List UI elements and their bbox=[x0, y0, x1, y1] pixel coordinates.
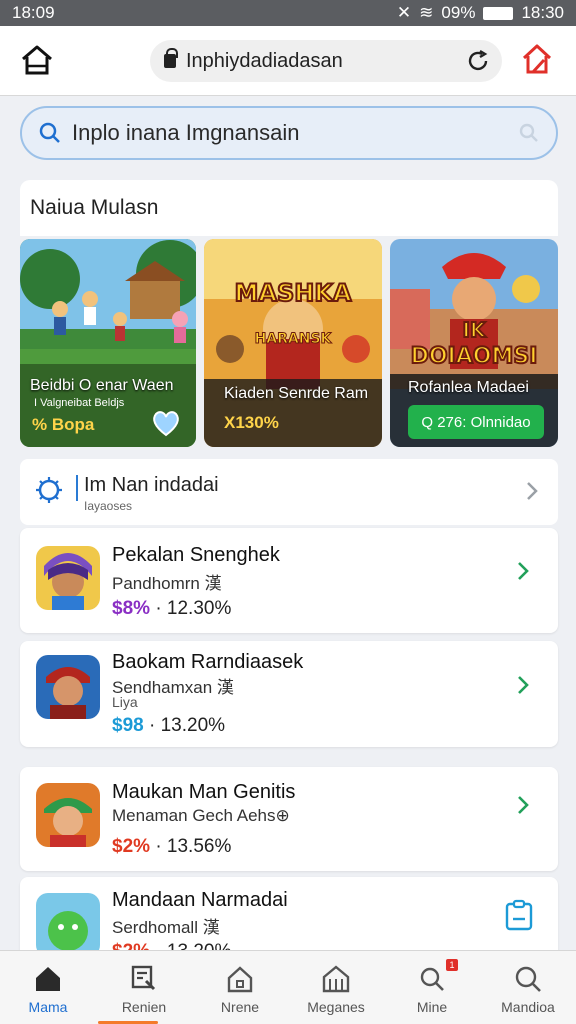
featured-banner-3[interactable]: DOIAOMSI IK Rofanlea Madaei Q 276: Olnni… bbox=[390, 239, 558, 447]
nav-item-mandioa[interactable]: Mandioa bbox=[480, 951, 576, 1024]
list-item[interactable]: Maukan Man Genitis Menaman Gech Aehs⊕ $2… bbox=[20, 767, 558, 871]
lock-icon bbox=[164, 48, 178, 68]
search-icon bbox=[39, 122, 60, 143]
search-clear-icon[interactable] bbox=[518, 122, 540, 144]
heart-shield-icon bbox=[153, 411, 179, 437]
nav-item-mine[interactable]: 1 Mine bbox=[384, 951, 480, 1024]
banner-3-logo-1: IK bbox=[463, 318, 487, 342]
item-2-pct: $98 bbox=[112, 715, 144, 736]
battery-icon bbox=[483, 6, 514, 20]
reload-icon[interactable] bbox=[466, 49, 490, 73]
banner-2-footer: X130% bbox=[224, 413, 279, 432]
item-3-value: · 13.56% bbox=[155, 836, 232, 857]
notification-badge: 1 bbox=[446, 959, 458, 971]
banner-3-caption: Rofanlea Madaei bbox=[408, 379, 529, 396]
url-text: Inphiydadiadasan bbox=[186, 49, 343, 72]
browser-toolbar: Inphiydadiadasan bbox=[0, 26, 576, 96]
nav-item-mama[interactable]: Mama bbox=[0, 951, 158, 1024]
mute-icon: ✕ bbox=[396, 3, 412, 22]
item-2-price: $98 · 13.20% bbox=[112, 715, 225, 737]
item-1-name: Pekalan Snenghek bbox=[112, 544, 280, 566]
status-bar: 18:09 ✕ ≋ 09% 18:30 bbox=[0, 0, 576, 26]
search-icon bbox=[515, 966, 541, 992]
section-header[interactable]: Im Nan indadai Iayaoses bbox=[20, 459, 558, 525]
banner-3-logo-2: DOIAOMSI bbox=[411, 344, 538, 369]
item-4-subtitle: Serdhomall 漢 bbox=[112, 918, 220, 937]
battery-percent: 09% bbox=[441, 3, 476, 22]
search-badge-icon bbox=[420, 967, 444, 991]
nav-item-meganes[interactable]: Meganes bbox=[288, 951, 384, 1024]
item-3-price: $2% · 13.56% bbox=[112, 836, 231, 858]
banner-3-download-button[interactable]: Q 276: Olnnidao bbox=[408, 405, 544, 439]
home-red-icon[interactable] bbox=[520, 42, 554, 76]
nav-label-nrene: Nrene bbox=[220, 999, 260, 1015]
section-divider bbox=[76, 475, 78, 501]
house-outline-icon bbox=[227, 966, 253, 993]
status-icons: ✕ ≋ 09% 18:30 bbox=[397, 3, 564, 23]
featured-banner-2[interactable]: MASHKA HARANSK Kiaden Senrde Ram X130% bbox=[204, 239, 382, 447]
search-bar[interactable] bbox=[20, 106, 558, 160]
section-title: Im Nan indadai bbox=[84, 474, 219, 496]
item-2-subtitle-2: Liya bbox=[112, 694, 138, 710]
banner-2-caption: Kiaden Senrde Ram bbox=[224, 385, 369, 402]
nav-item-nrene[interactable]: Nrene bbox=[192, 951, 288, 1024]
nav-label-mandioa: Mandioa bbox=[501, 999, 555, 1015]
item-2-thumbnail bbox=[36, 655, 100, 719]
gear-search-icon bbox=[36, 477, 62, 503]
item-3-subtitle: Menaman Gech Aehs⊕ bbox=[112, 806, 290, 825]
wifi-icon: ≋ bbox=[419, 3, 434, 22]
nav-label-meganes: Meganes bbox=[307, 999, 365, 1015]
item-4-name: Mandaan Narmadai bbox=[112, 889, 288, 911]
chevron-right-icon[interactable] bbox=[516, 794, 530, 816]
featured-title: Naiua Mulasn bbox=[30, 196, 159, 219]
nav-label-mama: Mama bbox=[28, 999, 68, 1015]
item-1-value: · 12.30% bbox=[155, 598, 232, 619]
banner-1-caption: Beidbi O enar Waen bbox=[30, 377, 174, 394]
banner-2-logo-1: MASHKA bbox=[235, 279, 352, 307]
item-1-subtitle: Pandhomrn 漢 bbox=[112, 574, 222, 593]
item-2-value: · 13.20% bbox=[148, 715, 226, 736]
status-time: 18:09 bbox=[12, 3, 55, 22]
store-icon bbox=[131, 965, 156, 991]
item-4-thumbnail bbox=[36, 893, 100, 957]
list-item[interactable]: Baokam Rarndiaasek Sendhamxan 漢 Liya $98… bbox=[20, 641, 558, 747]
search-input[interactable] bbox=[62, 120, 518, 146]
item-3-thumbnail bbox=[36, 783, 100, 847]
item-1-price: $8% · 12.30% bbox=[112, 598, 231, 620]
section-subtitle: Iayaoses bbox=[84, 499, 133, 513]
banner-2-logo-2: HARANSK bbox=[255, 331, 333, 347]
featured-banner-1[interactable]: Beidbi O enar Waen I Valgneibat Beldjs %… bbox=[20, 239, 196, 447]
chevron-right-icon[interactable] bbox=[516, 560, 530, 582]
list-item[interactable]: Pekalan Snenghek Pandhomrn 漢 $8% · 12.30… bbox=[20, 528, 558, 633]
status-clock-right: 18:30 bbox=[521, 3, 564, 22]
chevron-right-icon[interactable] bbox=[516, 674, 530, 696]
nav-label-mine: Mine bbox=[416, 999, 448, 1015]
item-3-name: Maukan Man Genitis bbox=[112, 781, 296, 803]
home-icon bbox=[36, 967, 60, 991]
banner-1-subtitle: I Valgneibat Beldjs bbox=[34, 397, 125, 409]
banner-1-footer: % Bopa bbox=[32, 415, 95, 434]
item-1-pct: $8% bbox=[112, 598, 151, 619]
building-icon bbox=[322, 965, 350, 993]
bottom-navigation: Mama Renien Nrene Meganes 1 Mine Mandioa bbox=[0, 950, 576, 1024]
nav-label-renien: Renien bbox=[121, 999, 167, 1015]
item-2-name: Baokam Rarndiaasek bbox=[112, 651, 304, 673]
address-bar[interactable]: Inphiydadiadasan bbox=[150, 40, 502, 82]
chevron-right-icon bbox=[527, 482, 538, 500]
home-icon[interactable] bbox=[20, 44, 54, 76]
item-3-pct: $2% bbox=[112, 836, 151, 857]
nav-item-renien[interactable]: Renien bbox=[96, 951, 192, 1024]
item-1-thumbnail bbox=[36, 546, 100, 610]
clipboard-icon[interactable] bbox=[504, 899, 534, 931]
featured-header: Naiua Mulasn bbox=[20, 180, 558, 236]
